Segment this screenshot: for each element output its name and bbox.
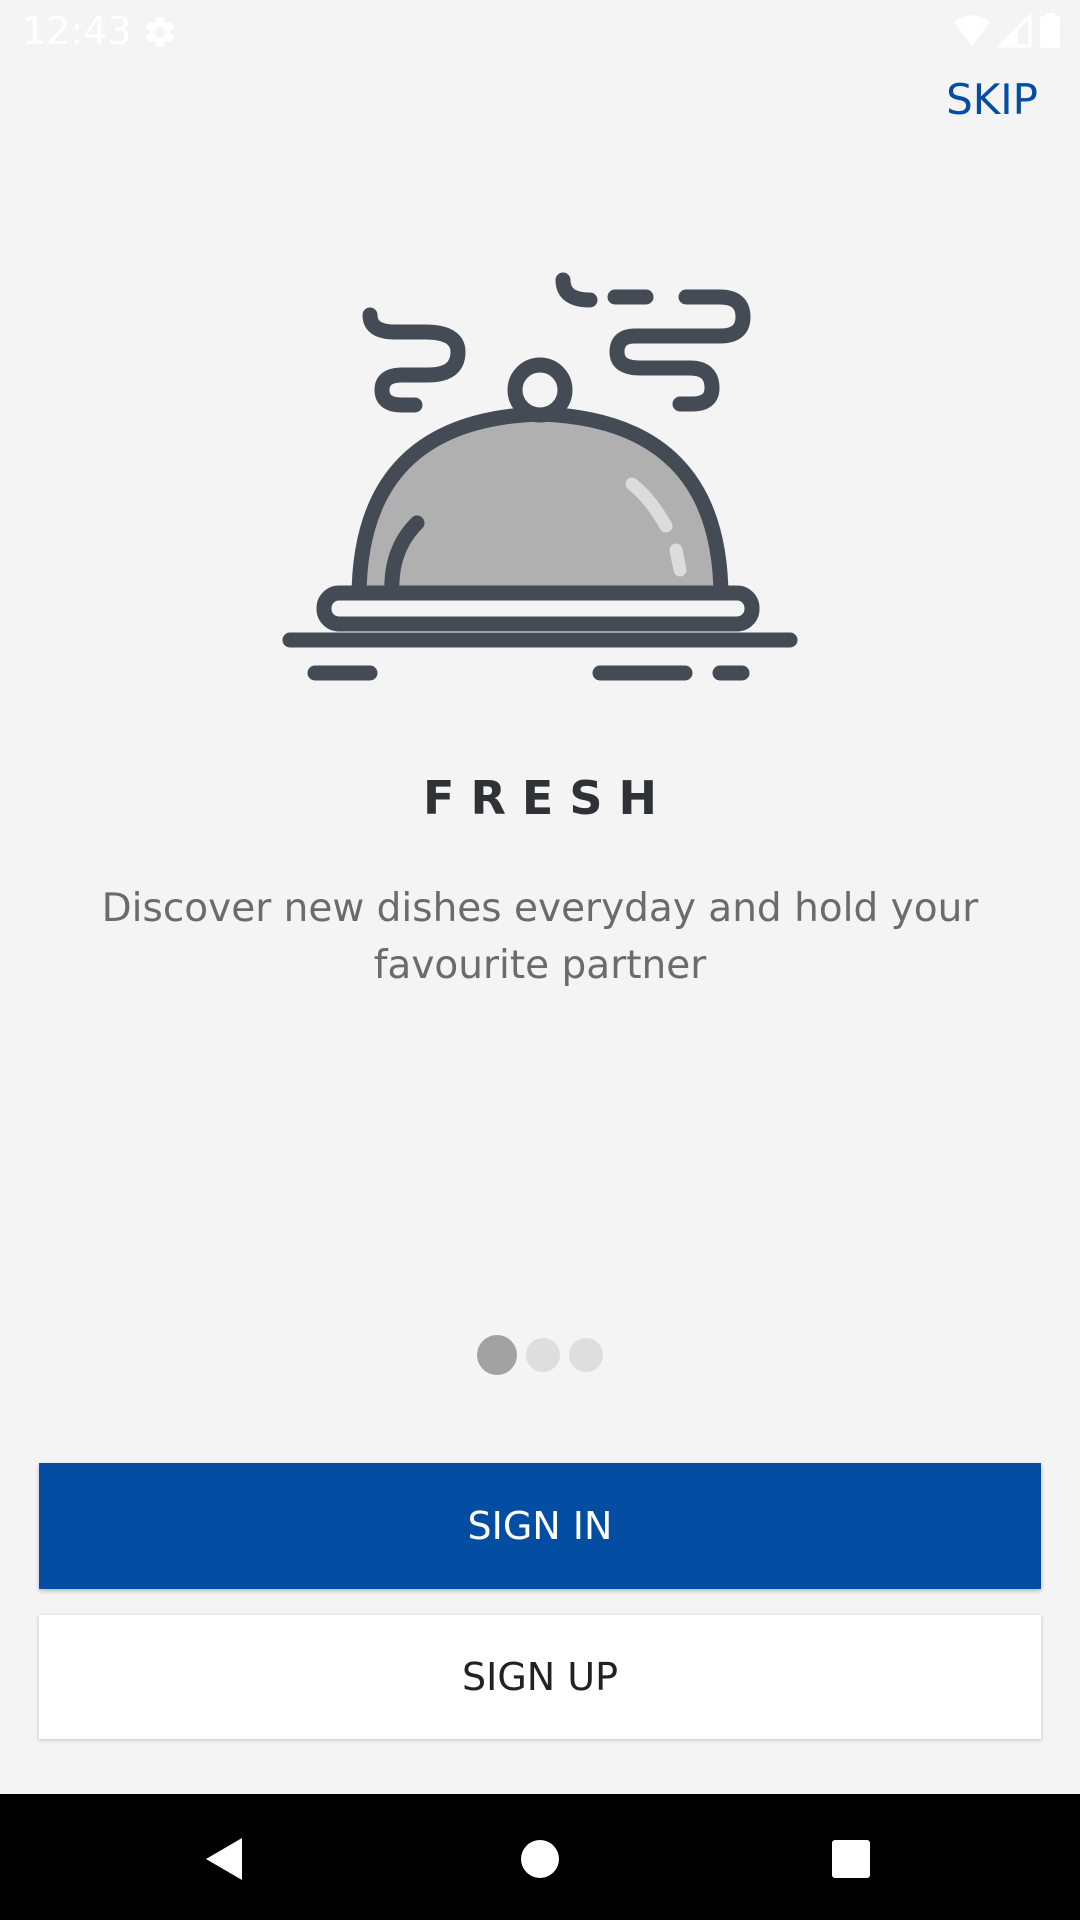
recents-icon[interactable] <box>826 1834 876 1884</box>
home-icon[interactable] <box>515 1834 565 1884</box>
status-time: 12:43 <box>22 9 132 53</box>
status-icons <box>954 12 1060 48</box>
battery-icon <box>1040 16 1060 48</box>
page-dot-2[interactable] <box>526 1338 560 1372</box>
page-indicator[interactable] <box>0 1333 1080 1377</box>
sign-in-button[interactable]: SIGN IN <box>39 1463 1041 1589</box>
skip-button[interactable]: SKIP <box>946 72 1038 128</box>
settings-gear-icon <box>145 17 175 47</box>
page-dot-3[interactable] <box>569 1338 603 1372</box>
back-icon[interactable] <box>200 1834 250 1884</box>
wifi-icon <box>954 15 990 46</box>
sign-up-button[interactable]: SIGN UP <box>39 1615 1041 1739</box>
onboarding-title: FRESH <box>423 771 673 825</box>
page-dot-1[interactable] <box>477 1335 517 1375</box>
system-nav-bar <box>0 1794 1080 1920</box>
serving-cloche-icon <box>282 272 798 681</box>
onboarding-description: Discover new dishes everyday and hold yo… <box>101 886 979 988</box>
status-bar: 12:43 <box>0 0 1080 63</box>
